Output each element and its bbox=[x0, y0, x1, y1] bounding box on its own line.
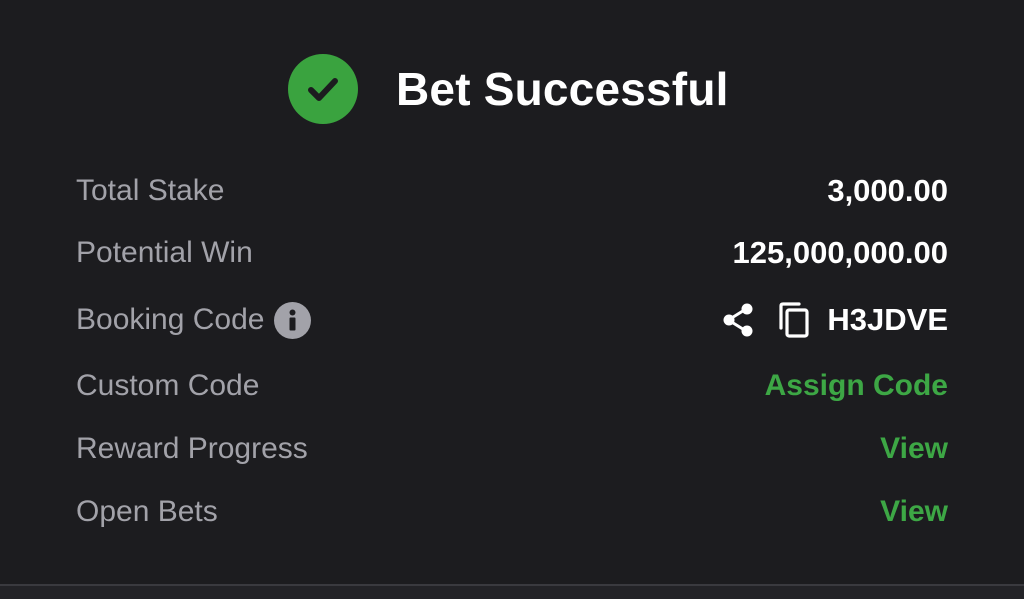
reward-progress-label: Reward Progress bbox=[76, 432, 308, 465]
success-header: Bet Successful bbox=[288, 54, 729, 124]
total-stake-row: Total Stake 3,000.00 bbox=[76, 169, 948, 213]
open-bets-label: Open Bets bbox=[76, 495, 218, 528]
share-icon[interactable] bbox=[721, 302, 755, 338]
total-stake-label: Total Stake bbox=[76, 174, 225, 207]
reward-progress-row: Reward Progress View bbox=[76, 427, 948, 471]
booking-code-value-group: H3JDVE bbox=[721, 301, 948, 339]
custom-code-row: Custom Code Assign Code bbox=[76, 364, 948, 408]
total-stake-value: 3,000.00 bbox=[827, 173, 948, 208]
booking-code-label-group: Booking Code bbox=[76, 301, 312, 339]
potential-win-label: Potential Win bbox=[76, 236, 253, 269]
potential-win-row: Potential Win 125,000,000.00 bbox=[76, 231, 948, 275]
check-circle-icon bbox=[288, 54, 358, 124]
custom-code-label: Custom Code bbox=[76, 369, 260, 402]
copy-icon[interactable] bbox=[777, 301, 811, 339]
open-bets-row: Open Bets View bbox=[76, 490, 948, 534]
booking-code-row: Booking Code H3JDVE bbox=[76, 298, 948, 342]
bottom-strip bbox=[0, 586, 1024, 599]
reward-progress-view-link[interactable]: View bbox=[880, 432, 948, 466]
info-icon[interactable] bbox=[274, 301, 312, 339]
potential-win-value: 125,000,000.00 bbox=[732, 235, 949, 270]
page-title: Bet Successful bbox=[396, 63, 729, 115]
booking-code-value: H3JDVE bbox=[827, 302, 948, 337]
booking-code-label: Booking Code bbox=[76, 303, 265, 336]
assign-code-link[interactable]: Assign Code bbox=[765, 369, 948, 403]
open-bets-view-link[interactable]: View bbox=[880, 495, 948, 529]
